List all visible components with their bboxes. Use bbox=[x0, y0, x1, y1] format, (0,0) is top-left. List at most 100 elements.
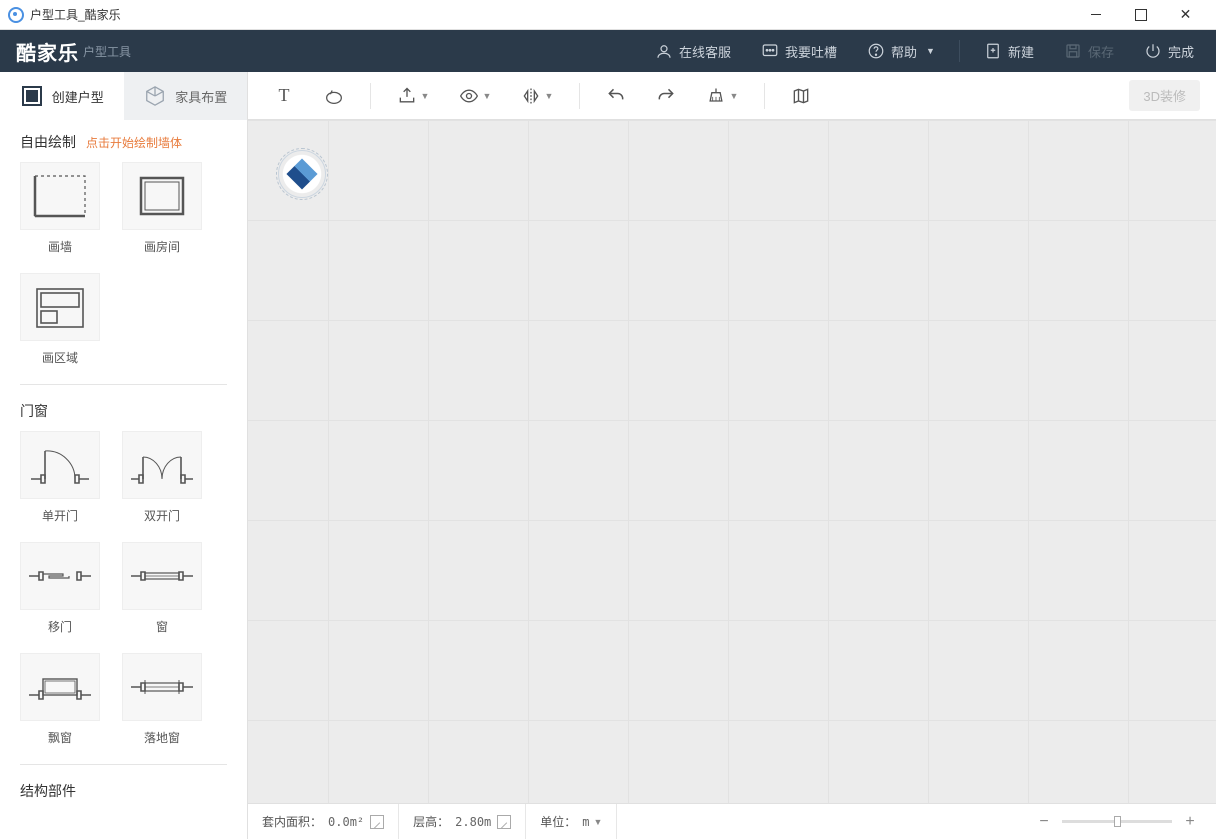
map-button[interactable] bbox=[781, 79, 821, 113]
floorplan-icon bbox=[20, 84, 44, 108]
export-button[interactable]: ▼ bbox=[387, 79, 439, 113]
status-unit-value: m bbox=[582, 815, 589, 829]
render-3d-button[interactable]: 3D装修 bbox=[1129, 80, 1200, 111]
canvas-toolbar: T ▼ ▼ ▼ bbox=[248, 72, 1216, 120]
help-icon bbox=[867, 42, 885, 60]
section-free-draw-title: 自由绘制 bbox=[20, 132, 76, 152]
app-logo-icon bbox=[8, 7, 24, 23]
tool-draw-wall[interactable]: 画墙 bbox=[20, 162, 100, 255]
broom-icon bbox=[706, 86, 726, 106]
zoom-control: − + bbox=[1018, 804, 1216, 839]
tool-double-door-label: 双开门 bbox=[144, 507, 180, 524]
section-separator-2 bbox=[20, 764, 227, 765]
save-icon bbox=[1064, 42, 1082, 60]
flip-button[interactable]: ▼ bbox=[511, 79, 563, 113]
tool-single-door[interactable]: 单开门 bbox=[20, 431, 100, 524]
tool-draw-room-label: 画房间 bbox=[144, 238, 180, 255]
tool-double-door[interactable]: 双开门 bbox=[122, 431, 202, 524]
canvas[interactable] bbox=[248, 120, 1216, 803]
tool-window[interactable]: 窗 bbox=[122, 542, 202, 635]
zoom-out-button[interactable]: − bbox=[1036, 813, 1052, 831]
status-bar: 套内面积： 0.0m² 层高： 2.80m 单位： m ▼ − + bbox=[248, 803, 1216, 839]
tool-draw-area-label: 画区域 bbox=[42, 349, 78, 366]
chevron-down-icon: ▼ bbox=[421, 91, 430, 101]
sidebar: 创建户型 家具布置 自由绘制 点击开始绘制墙体 画墙 bbox=[0, 72, 248, 839]
chevron-down-icon: ▼ bbox=[594, 817, 603, 827]
map-icon bbox=[791, 86, 811, 106]
canvas-area: T ▼ ▼ ▼ bbox=[248, 72, 1216, 839]
status-unit[interactable]: 单位： m ▼ bbox=[526, 804, 617, 839]
section-door-window: 门窗 bbox=[20, 401, 227, 421]
tool-draw-area[interactable]: 画区域 bbox=[20, 273, 100, 366]
redo-icon bbox=[656, 86, 676, 106]
undo-button[interactable] bbox=[596, 79, 636, 113]
render-3d-label: 3D装修 bbox=[1143, 89, 1186, 104]
measure-tool-button[interactable] bbox=[314, 79, 354, 113]
tool-bay-window-label: 飘窗 bbox=[48, 729, 72, 746]
minimize-button[interactable] bbox=[1073, 0, 1118, 30]
section-structure-title: 结构部件 bbox=[20, 781, 76, 801]
help-label: 帮助 bbox=[891, 42, 917, 61]
window-icon bbox=[122, 542, 202, 610]
tab-create-floorplan[interactable]: 创建户型 bbox=[0, 72, 124, 120]
tool-draw-room[interactable]: 画房间 bbox=[122, 162, 202, 255]
status-unit-label: 单位： bbox=[540, 813, 576, 830]
tool-bay-window[interactable]: 飘窗 bbox=[20, 653, 100, 746]
draw-area-icon bbox=[20, 273, 100, 341]
compass-widget[interactable] bbox=[278, 150, 326, 198]
new-button[interactable]: 新建 bbox=[978, 38, 1040, 65]
status-area[interactable]: 套内面积： 0.0m² bbox=[248, 804, 399, 839]
draw-wall-icon bbox=[20, 162, 100, 230]
save-label: 保存 bbox=[1088, 42, 1114, 61]
zoom-thumb[interactable] bbox=[1114, 816, 1121, 827]
maximize-button[interactable] bbox=[1118, 0, 1163, 30]
tab-create-label: 创建户型 bbox=[52, 87, 104, 106]
single-door-icon bbox=[20, 431, 100, 499]
done-label: 完成 bbox=[1168, 42, 1194, 61]
clear-button[interactable]: ▼ bbox=[696, 79, 748, 113]
status-height-label: 层高： bbox=[413, 813, 449, 830]
tool-sliding-door-label: 移门 bbox=[48, 618, 72, 635]
chevron-down-icon: ▼ bbox=[483, 91, 492, 101]
sidebar-content: 自由绘制 点击开始绘制墙体 画墙 画房间 bbox=[0, 120, 247, 839]
status-height[interactable]: 层高： 2.80m bbox=[399, 804, 526, 839]
window-title: 户型工具_酷家乐 bbox=[30, 6, 121, 23]
feedback-button[interactable]: 我要吐槽 bbox=[755, 38, 843, 65]
sidebar-tabs: 创建户型 家具布置 bbox=[0, 72, 247, 120]
app-header: 酷家乐 户型工具 在线客服 我要吐槽 帮助 ▼ 新建 bbox=[0, 30, 1216, 72]
grid-background bbox=[248, 120, 1216, 803]
tool-single-door-label: 单开门 bbox=[42, 507, 78, 524]
text-tool-button[interactable]: T bbox=[264, 79, 304, 113]
brand-sub: 户型工具 bbox=[83, 43, 131, 60]
tab-furniture[interactable]: 家具布置 bbox=[124, 72, 248, 120]
chat-icon bbox=[761, 42, 779, 60]
section-free-draw-hint: 点击开始绘制墙体 bbox=[86, 134, 182, 151]
status-area-label: 套内面积： bbox=[262, 813, 322, 830]
tool-floor-window[interactable]: 落地窗 bbox=[122, 653, 202, 746]
edit-icon[interactable] bbox=[497, 815, 511, 829]
redo-button[interactable] bbox=[646, 79, 686, 113]
help-button[interactable]: 帮助 ▼ bbox=[861, 38, 941, 65]
save-button[interactable]: 保存 bbox=[1058, 38, 1120, 65]
zoom-in-button[interactable]: + bbox=[1182, 813, 1198, 831]
view-button[interactable]: ▼ bbox=[449, 79, 501, 113]
toolbar-separator bbox=[370, 83, 371, 109]
eye-icon bbox=[459, 86, 479, 106]
bay-window-icon bbox=[20, 653, 100, 721]
online-service-button[interactable]: 在线客服 bbox=[649, 38, 737, 65]
compass-icon bbox=[286, 158, 317, 189]
zoom-slider[interactable] bbox=[1062, 820, 1172, 823]
done-button[interactable]: 完成 bbox=[1138, 38, 1200, 65]
close-button[interactable] bbox=[1163, 0, 1208, 30]
chevron-down-icon: ▼ bbox=[545, 91, 554, 101]
undo-icon bbox=[606, 86, 626, 106]
section-free-draw: 自由绘制 点击开始绘制墙体 bbox=[20, 132, 227, 152]
edit-icon[interactable] bbox=[370, 815, 384, 829]
draw-room-icon bbox=[122, 162, 202, 230]
power-icon bbox=[1144, 42, 1162, 60]
window-controls bbox=[1073, 0, 1208, 30]
headset-icon bbox=[655, 42, 673, 60]
circle-ruler-icon bbox=[323, 85, 345, 107]
floor-window-icon bbox=[122, 653, 202, 721]
tool-sliding-door[interactable]: 移门 bbox=[20, 542, 100, 635]
